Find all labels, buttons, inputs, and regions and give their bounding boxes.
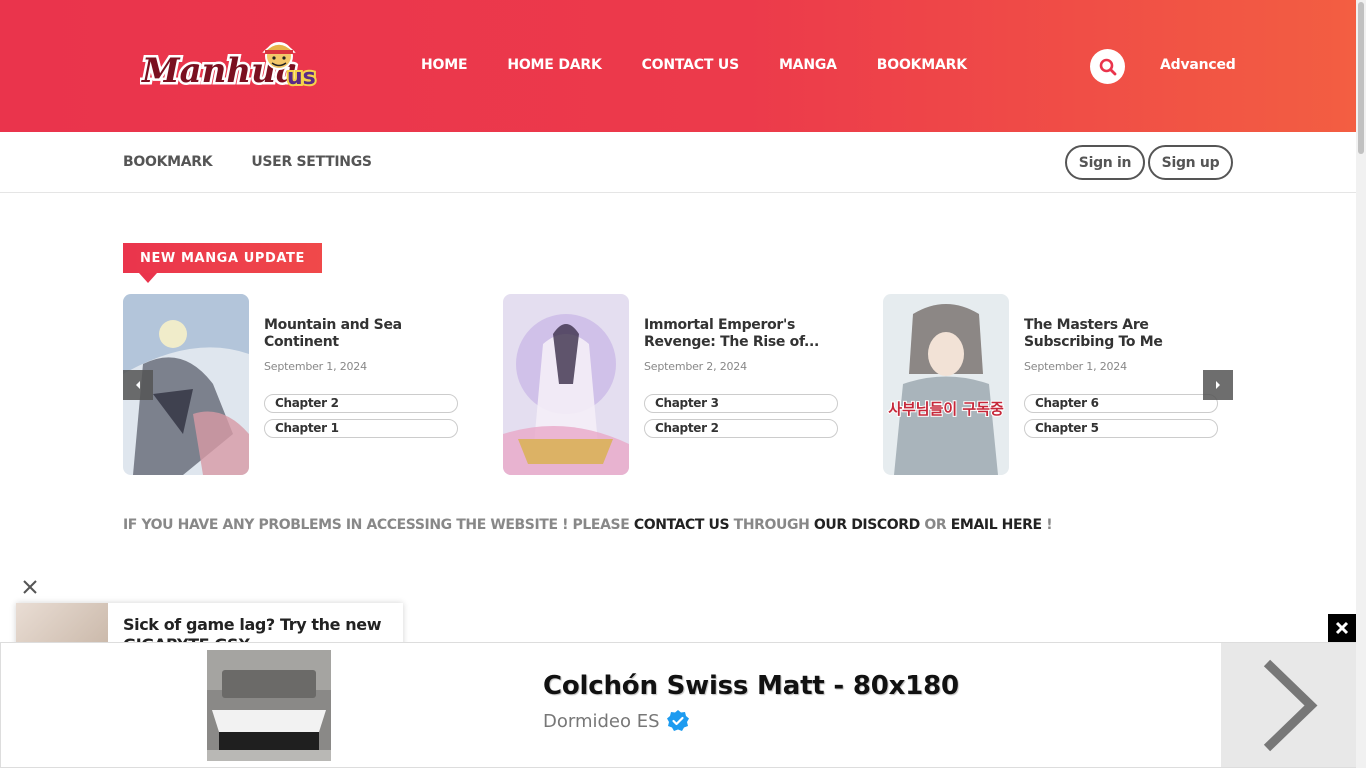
user-nav: BOOKMARK USER SETTINGS Sign in Sign up <box>0 132 1356 193</box>
manga-date: September 1, 2024 <box>1024 360 1127 373</box>
nav-manga[interactable]: MANGA <box>779 57 837 73</box>
chapter-link[interactable]: Chapter 6 <box>1024 394 1218 413</box>
notice-email-link[interactable]: EMAIL HERE <box>951 517 1042 533</box>
bottom-ad-close-button[interactable] <box>1328 614 1356 642</box>
scrollbar-thumb[interactable] <box>1358 2 1364 154</box>
verified-badge-icon <box>666 710 689 731</box>
notice-text: OR <box>919 517 951 533</box>
site-notice: IF YOU HAVE ANY PROBLEMS IN ACCESSING TH… <box>123 517 1053 533</box>
bottom-ad-image <box>207 650 331 761</box>
chapter-link[interactable]: Chapter 5 <box>1024 419 1218 438</box>
subnav-user-settings[interactable]: USER SETTINGS <box>251 154 372 170</box>
section-title: NEW MANGA UPDATE <box>123 243 322 273</box>
site-logo[interactable]: Manhua us <box>140 36 330 92</box>
svg-text:us: us <box>287 65 316 90</box>
bottom-ad-advertiser: Dormideo ES <box>543 709 690 733</box>
advanced-search-link[interactable]: Advanced <box>1160 57 1236 73</box>
chevron-right-icon <box>1263 659 1318 751</box>
manga-title[interactable]: Immortal Emperor's Revenge: The Rise of.… <box>644 317 834 351</box>
chapter-link[interactable]: Chapter 2 <box>644 419 838 438</box>
chapter-link[interactable]: Chapter 3 <box>644 394 838 413</box>
svg-text:사부님들이 구독중: 사부님들이 구독중 <box>888 400 1004 418</box>
nav-contact-us[interactable]: CONTACT US <box>642 57 740 73</box>
search-button[interactable] <box>1090 49 1125 84</box>
notice-discord-link[interactable]: OUR DISCORD <box>814 517 920 533</box>
sign-up-button[interactable]: Sign up <box>1148 145 1233 180</box>
popup-ad-close-button[interactable] <box>21 578 39 596</box>
nav-bookmark[interactable]: BOOKMARK <box>877 57 967 73</box>
site-header: Manhua us HOME HOME DARK CONTACT US MANG… <box>0 0 1356 132</box>
notice-text: THROUGH <box>729 517 814 533</box>
carousel-prev-button[interactable] <box>123 370 153 400</box>
notice-text: IF YOU HAVE ANY PROBLEMS IN ACCESSING TH… <box>123 517 634 533</box>
close-icon <box>23 580 37 594</box>
search-icon <box>1099 58 1116 75</box>
chevron-right-icon <box>1216 381 1220 389</box>
notice-text: ! <box>1041 517 1053 533</box>
subnav-bookmark[interactable]: BOOKMARK <box>123 154 213 170</box>
manga-cover[interactable]: 사부님들이 구독중 <box>883 294 1009 475</box>
bottom-ad-next-button[interactable] <box>1221 643 1357 767</box>
bottom-ad-title[interactable]: Colchón Swiss Matt - 80x180 <box>543 671 959 701</box>
manga-card: Mountain and Sea Continent September 1, … <box>123 294 503 476</box>
nav-home[interactable]: HOME <box>421 57 468 73</box>
manga-date: September 2, 2024 <box>644 360 747 373</box>
manga-cover[interactable] <box>503 294 629 475</box>
close-icon <box>1335 621 1349 635</box>
notice-contact-link[interactable]: CONTACT US <box>634 517 730 533</box>
bottom-ad-banner[interactable]: Colchón Swiss Matt - 80x180 Dormideo ES <box>0 642 1357 768</box>
chapter-link[interactable]: Chapter 2 <box>264 394 458 413</box>
nav-home-dark[interactable]: HOME DARK <box>507 57 601 73</box>
manga-title[interactable]: Mountain and Sea Continent <box>264 317 454 351</box>
section-title-pointer <box>139 273 157 283</box>
carousel-next-button[interactable] <box>1203 370 1233 400</box>
chevron-left-icon <box>136 381 140 389</box>
page-scrollbar[interactable] <box>1356 0 1366 768</box>
manga-title[interactable]: The Masters Are Subscribing To Me <box>1024 317 1214 351</box>
bottom-ad-brand-name: Dormideo ES <box>543 710 660 732</box>
sign-in-button[interactable]: Sign in <box>1065 145 1145 180</box>
main-nav: HOME HOME DARK CONTACT US MANGA BOOKMARK <box>421 57 1007 73</box>
manga-card: Immortal Emperor's Revenge: The Rise of.… <box>503 294 883 476</box>
chapter-link[interactable]: Chapter 1 <box>264 419 458 438</box>
manga-date: September 1, 2024 <box>264 360 367 373</box>
